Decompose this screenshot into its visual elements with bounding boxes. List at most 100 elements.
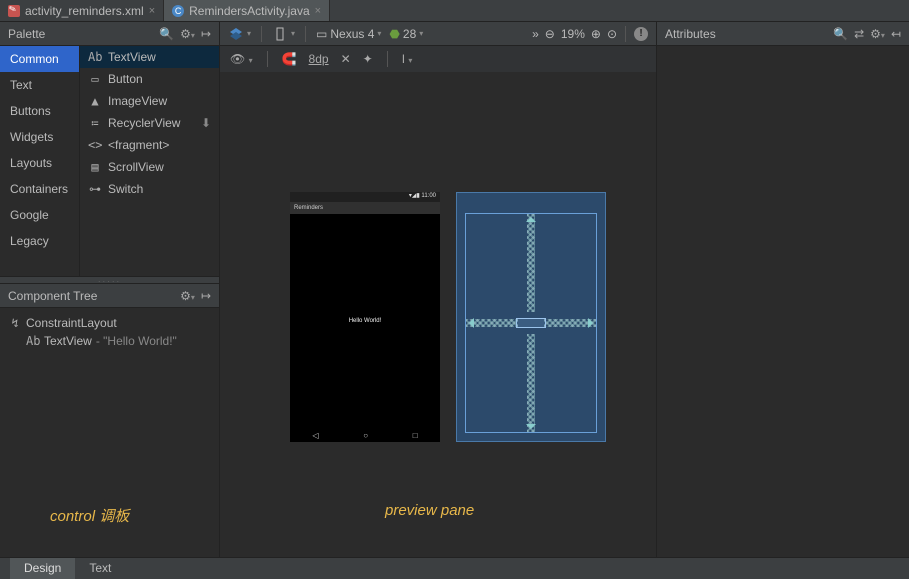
blueprint-textview[interactable] — [516, 318, 546, 328]
swap-icon[interactable]: ⇄ — [854, 27, 864, 41]
eye-icon[interactable]: 👁 ▾ — [230, 52, 253, 66]
api-selector[interactable]: ⬣ 28 ▾ — [389, 27, 423, 41]
tab-label: activity_reminders.xml — [25, 4, 144, 18]
widget-label: <fragment> — [108, 138, 169, 152]
category-containers[interactable]: Containers — [0, 176, 79, 202]
widget-scrollview[interactable]: ▤ ScrollView — [80, 156, 219, 178]
design-sub-toolbar: 👁 ▾ 🧲 8dp ✕ ✦ I ▾ — [220, 46, 656, 72]
widget-textview[interactable]: Ab TextView — [80, 46, 219, 68]
gear-icon[interactable]: ⚙▾ — [180, 27, 195, 41]
preview-area[interactable]: ▾◢▮ 11:00 Reminders Hello World! ◁○□ — [220, 72, 656, 557]
bottom-tabs: Design Text — [0, 557, 909, 579]
blueprint-preview[interactable] — [456, 192, 606, 442]
attributes-header: Attributes 🔍 ⇄ ⚙▾ ↤ — [657, 22, 909, 46]
widget-switch[interactable]: ⊶ Switch — [80, 178, 219, 200]
widget-label: Button — [108, 72, 143, 86]
phone-content: Hello World! — [290, 214, 440, 428]
collapse-icon[interactable]: ↤ — [891, 27, 901, 41]
orientation-icon — [272, 26, 288, 42]
category-layouts[interactable]: Layouts — [0, 150, 79, 176]
nav-bar: ◁○□ — [290, 428, 440, 442]
tab-label: RemindersActivity.java — [189, 4, 309, 18]
status-bar: ▾◢▮ 11:00 — [290, 192, 440, 202]
close-icon[interactable]: × — [315, 5, 321, 17]
collapse-icon[interactable]: ↦ — [201, 289, 211, 303]
imageview-icon: ▲ — [88, 94, 102, 108]
tree-child-textview[interactable]: Ab TextView - "Hello World!" — [4, 332, 215, 350]
category-buttons[interactable]: Buttons — [0, 98, 79, 124]
right-panel: Attributes 🔍 ⇄ ⚙▾ ↤ — [657, 22, 909, 557]
recyclerview-icon: ≔ — [88, 116, 102, 130]
infer-constraints-button[interactable]: ✦ — [363, 52, 373, 66]
button-icon: ▭ — [88, 72, 102, 86]
tree-value: - "Hello World!" — [96, 334, 177, 348]
api-level: 28 — [403, 27, 416, 41]
category-legacy[interactable]: Legacy — [0, 228, 79, 254]
tab-reminders-activity-java[interactable]: C RemindersActivity.java × — [164, 0, 330, 21]
attributes-title: Attributes — [665, 27, 716, 41]
splitter[interactable]: ····· — [0, 276, 219, 284]
palette-categories: Common Text Buttons Widgets Layouts Cont… — [0, 46, 80, 276]
tab-design[interactable]: Design — [10, 558, 75, 579]
widget-label: ImageView — [108, 94, 167, 108]
zoom-out-button[interactable]: ⊖ — [545, 27, 555, 41]
zoom-in-button[interactable]: ⊕ — [591, 27, 601, 41]
textview-icon: Ab — [88, 50, 102, 64]
zoom-fit-button[interactable]: ⊙ — [607, 27, 617, 41]
orientation-button[interactable]: ▾ — [272, 26, 295, 42]
palette-header: Palette 🔍 ⚙▾ ↦ — [0, 22, 219, 46]
search-icon[interactable]: 🔍 — [159, 27, 174, 41]
design-toolbar: ▾ ▾ ▭ Nexus 4 ▾ ⬣ 28 ▾ » ⊖ 19% ⊕ — [220, 22, 656, 46]
center-panel: ▾ ▾ ▭ Nexus 4 ▾ ⬣ 28 ▾ » ⊖ 19% ⊕ — [220, 22, 657, 557]
tab-text[interactable]: Text — [75, 558, 125, 579]
palette-widgets: Ab TextView ▭ Button ▲ ImageView ≔ Recyc… — [80, 46, 219, 276]
tree-root-constraintlayout[interactable]: ↯ ConstraintLayout — [4, 314, 215, 332]
widget-label: RecyclerView — [108, 116, 180, 130]
align-button[interactable]: I ▾ — [402, 52, 413, 66]
java-file-icon: C — [172, 5, 184, 17]
widget-label: ScrollView — [108, 160, 164, 174]
device-icon: ▭ — [316, 27, 327, 41]
category-widgets[interactable]: Widgets — [0, 124, 79, 150]
more-icon[interactable]: » — [532, 27, 539, 41]
xml-file-icon — [8, 5, 20, 17]
widget-label: TextView — [108, 50, 156, 64]
clear-constraints-button[interactable]: ✕ — [341, 52, 351, 66]
design-preview[interactable]: ▾◢▮ 11:00 Reminders Hello World! ◁○□ — [290, 192, 440, 442]
category-common[interactable]: Common — [0, 46, 79, 72]
collapse-icon[interactable]: ↦ — [201, 27, 211, 41]
search-icon[interactable]: 🔍 — [833, 27, 848, 41]
category-text[interactable]: Text — [0, 72, 79, 98]
caption-preview: preview pane — [385, 502, 474, 519]
left-panel: Palette 🔍 ⚙▾ ↦ Common Text Buttons Widge… — [0, 22, 220, 557]
magnet-icon[interactable]: 🧲 — [282, 52, 297, 66]
widget-imageview[interactable]: ▲ ImageView — [80, 90, 219, 112]
caption-control: control 调板 — [50, 505, 129, 526]
android-icon: ⬣ — [389, 27, 399, 41]
gear-icon[interactable]: ⚙▾ — [180, 289, 195, 303]
widget-button[interactable]: ▭ Button — [80, 68, 219, 90]
textview-icon: Ab — [26, 334, 40, 348]
download-icon[interactable]: ⬇ — [201, 116, 211, 130]
palette-body: Common Text Buttons Widgets Layouts Cont… — [0, 46, 219, 276]
widget-fragment[interactable]: <> <fragment> — [80, 134, 219, 156]
widget-recyclerview[interactable]: ≔ RecyclerView ⬇ — [80, 112, 219, 134]
fragment-icon: <> — [88, 138, 102, 152]
device-selector[interactable]: ▭ Nexus 4 ▾ — [316, 27, 381, 41]
surface-mode-button[interactable]: ▾ — [228, 26, 251, 42]
device-name: Nexus 4 — [330, 27, 374, 41]
widget-label: Switch — [108, 182, 143, 196]
component-tree-title: Component Tree — [8, 289, 97, 303]
close-icon[interactable]: × — [149, 5, 155, 17]
tab-activity-reminders-xml[interactable]: activity_reminders.xml × — [0, 0, 164, 21]
layers-icon — [228, 26, 244, 42]
warnings-button[interactable]: ! — [634, 27, 648, 41]
scrollview-icon: ▤ — [88, 160, 102, 174]
default-margin-button[interactable]: 8dp — [309, 52, 329, 66]
component-tree-header: Component Tree ⚙▾ ↦ — [0, 284, 219, 308]
tree-label: TextView — [44, 334, 92, 348]
gear-icon[interactable]: ⚙▾ — [870, 27, 885, 41]
app-bar: Reminders — [290, 202, 440, 214]
category-google[interactable]: Google — [0, 202, 79, 228]
blueprint-root — [465, 213, 597, 433]
